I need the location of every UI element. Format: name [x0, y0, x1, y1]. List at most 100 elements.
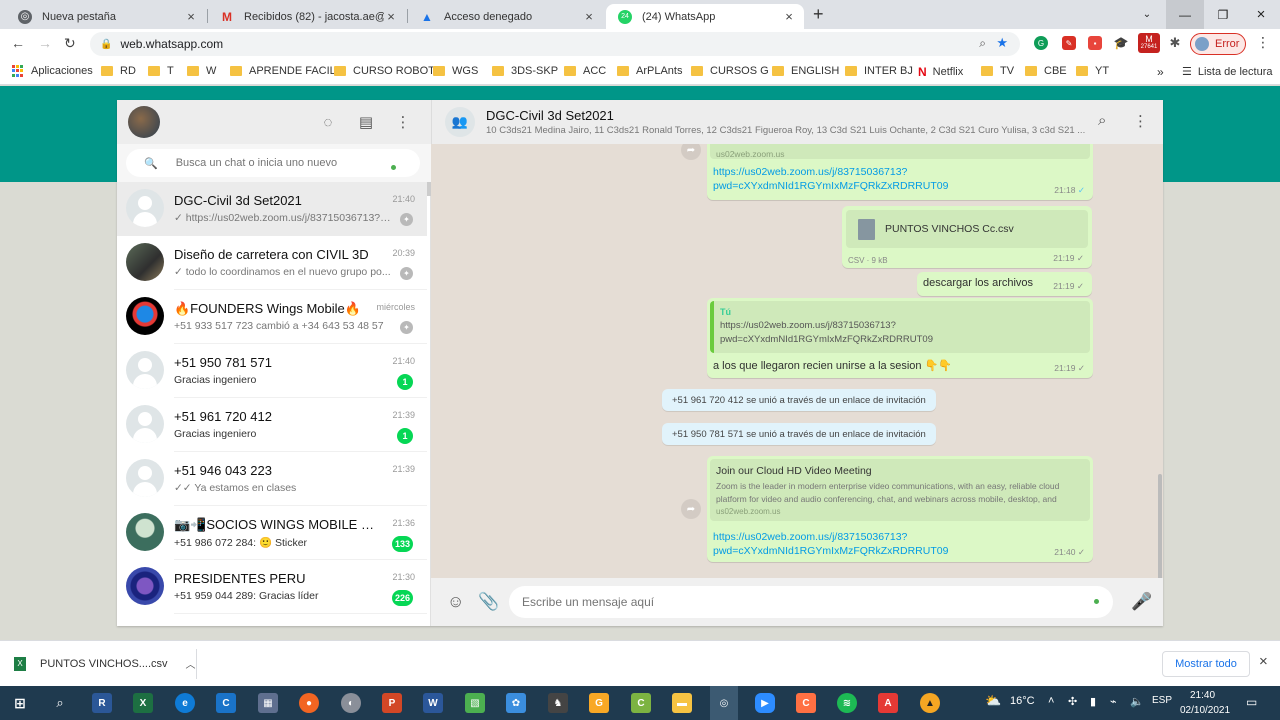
reload-icon[interactable]: ↻ — [64, 35, 76, 52]
quoted-message[interactable]: Tú https://us02web.zoom.us/j/83715036713… — [710, 301, 1090, 353]
new-tab-button[interactable]: + — [813, 4, 824, 25]
browser-menu-icon[interactable]: ⋮ — [1256, 34, 1270, 51]
tray-power-icon[interactable]: ▮ — [1090, 695, 1096, 708]
search-box[interactable]: 🔍 — [126, 149, 420, 177]
chat-item[interactable]: +51 946 043 223 21:39 ✓✓ Ya estamos en c… — [117, 452, 427, 506]
bookmark-folder[interactable]: T — [148, 65, 174, 77]
gmail-notifier-icon[interactable]: M 27641 — [1138, 33, 1160, 53]
chat-item[interactable]: +51 950 781 571 21:40 Gracias ingeniero … — [117, 344, 427, 398]
extensions-puzzle-icon[interactable]: ✱ — [1168, 35, 1182, 50]
word-icon[interactable]: W — [423, 693, 443, 713]
bookmarks-overflow-button[interactable]: » — [1157, 65, 1164, 79]
app-orange-icon[interactable]: ● — [299, 693, 319, 713]
network-icon[interactable]: ⌁ — [1110, 695, 1117, 708]
bookmark-folder[interactable]: INTER BJ — [845, 65, 913, 77]
status-icon[interactable]: ◌ — [318, 112, 338, 132]
calculator-icon[interactable]: ▦ — [258, 693, 278, 713]
volume-icon[interactable]: 🔈 — [1130, 695, 1144, 708]
close-tab-icon[interactable]: × — [184, 9, 198, 24]
address-bar[interactable]: 🔒 web.whatsapp.com ⌕ ★ — [90, 32, 1020, 56]
tray-app-icon[interactable]: ✣ — [1068, 695, 1077, 708]
message-link[interactable]: https://us02web.zoom.us/j/83715036713? p… — [713, 530, 948, 558]
forward-icon[interactable]: → — [38, 35, 52, 51]
my-profile-avatar[interactable] — [128, 106, 160, 138]
forward-icon[interactable]: ➦ — [681, 144, 701, 160]
search-input[interactable] — [175, 157, 376, 169]
chat-item[interactable]: +51 961 720 412 21:39 Gracias ingeniero … — [117, 398, 427, 452]
emoji-icon[interactable]: ☺ — [447, 592, 464, 612]
message-bubble-file[interactable]: PUNTOS VINCHOS Cc.csv CSV · 9 kB 21:19 ✓ — [842, 206, 1092, 268]
close-window-button[interactable]: × — [1242, 0, 1280, 29]
maps-icon[interactable]: ▧ — [465, 693, 485, 713]
message-input-box[interactable] — [509, 586, 1113, 618]
tab-new-tab[interactable]: ◎ Nueva pestaña × — [6, 4, 206, 29]
extension-red-icon[interactable]: ✎ — [1062, 36, 1076, 50]
close-download-bar-icon[interactable]: × — [1259, 653, 1268, 670]
civil3d-icon[interactable]: C — [216, 693, 236, 713]
chat-item[interactable]: 🔥FOUNDERS Wings Mobile🔥 miércoles +51 93… — [117, 290, 427, 344]
search-messages-icon[interactable]: ⌕ — [1098, 112, 1106, 129]
chat-item[interactable]: DGC-Civil 3d Set2021 21:40 ✓ https://us0… — [117, 182, 427, 236]
bookmark-folder[interactable]: ENGLISH — [772, 65, 839, 77]
tray-chevron-icon[interactable]: ˄ — [1048, 695, 1054, 707]
conversation-menu-icon[interactable]: ⋮ — [1133, 112, 1148, 130]
message-link[interactable]: https://us02web.zoom.us/j/83715036713? p… — [707, 159, 1093, 193]
grammarly-extension-icon[interactable]: G — [1034, 36, 1048, 50]
bookmark-star-icon[interactable]: ★ — [996, 35, 1008, 51]
clock-date[interactable]: 02/10/2021 — [1180, 705, 1230, 716]
notifications-icon[interactable]: ▭ — [1246, 695, 1257, 709]
forward-icon[interactable]: ➦ — [681, 499, 701, 519]
group-avatar-icon[interactable]: 👥 — [445, 107, 475, 137]
spotify-icon[interactable]: ≋ — [837, 693, 857, 713]
language-indicator[interactable]: ESP — [1152, 695, 1172, 706]
edge-icon[interactable]: e — [175, 693, 195, 713]
extension-cap-icon[interactable]: 🎓 — [1114, 36, 1128, 50]
show-all-downloads-button[interactable]: Mostrar todo — [1162, 651, 1250, 677]
windows-start-icon[interactable]: ⊞ — [10, 693, 30, 713]
chat-item[interactable]: Diseño de carretera con CIVIL 3D 20:39 ✓… — [117, 236, 427, 290]
app-yellow-icon[interactable]: G — [589, 693, 609, 713]
tab-access-denied[interactable]: ▲ Acceso denegado × — [408, 4, 604, 29]
clock-time[interactable]: 21:40 — [1190, 690, 1215, 701]
bookmark-folder[interactable]: APRENDE FACIL — [230, 65, 336, 77]
extension-pdf-icon[interactable]: ▪ — [1088, 36, 1102, 50]
close-tab-icon[interactable]: × — [782, 9, 796, 24]
bookmark-folder[interactable]: RD — [101, 65, 136, 77]
menu-icon[interactable]: ⋮ — [393, 112, 413, 132]
restore-button[interactable]: ❐ — [1204, 0, 1242, 29]
chat-item[interactable]: PRESIDENTES PERU 21:30 +51 959 044 289: … — [117, 560, 427, 614]
excel-icon[interactable]: X — [133, 693, 153, 713]
bookmark-folder[interactable]: WGS — [433, 65, 478, 77]
close-tab-icon[interactable]: × — [582, 9, 596, 24]
bookmark-netflix[interactable]: N Netflix — [918, 65, 963, 79]
bookmark-apps[interactable]: Aplicaciones — [12, 65, 93, 77]
close-tab-icon[interactable]: × — [384, 9, 398, 24]
chrome-taskbar-icon[interactable]: ◎ — [710, 686, 738, 720]
back-icon[interactable]: ← — [11, 35, 25, 51]
bookmark-folder[interactable]: 3DS-SKP — [492, 65, 558, 77]
attach-icon[interactable]: 📎 — [478, 592, 499, 612]
profile-error-button[interactable]: Error — [1190, 33, 1246, 55]
message-input[interactable] — [522, 595, 1022, 609]
messages-scrollbar[interactable] — [1158, 474, 1162, 578]
tab-search-icon[interactable]: ⌄ — [1128, 0, 1166, 29]
bookmark-folder[interactable]: ACC — [564, 65, 606, 77]
new-chat-icon[interactable]: ▤ — [356, 112, 376, 132]
download-item[interactable]: X PUNTOS VINCHOS....csv ︿ — [14, 656, 196, 671]
bookmark-folder[interactable]: W — [187, 65, 216, 77]
reading-list-button[interactable]: ☰ Lista de lectura — [1182, 65, 1272, 79]
bookmark-folder[interactable]: CBE — [1025, 65, 1067, 77]
conversation-header[interactable]: 👥 DGC-Civil 3d Set2021 10 C3ds21 Medina … — [431, 100, 1163, 144]
app-triangle-icon[interactable]: ▲ — [920, 693, 940, 713]
app-coral-icon[interactable]: C — [796, 693, 816, 713]
file-explorer-icon[interactable]: ▬ — [672, 693, 692, 713]
file-attachment[interactable]: PUNTOS VINCHOS Cc.csv — [846, 210, 1088, 248]
tab-gmail[interactable]: M Recibidos (82) - jacosta.ae@gma × — [208, 4, 406, 29]
bookmark-folder[interactable]: TV — [981, 65, 1014, 77]
tab-whatsapp[interactable]: 24 (24) WhatsApp × — [606, 4, 804, 29]
app-figure-icon[interactable]: ♞ — [548, 693, 568, 713]
link-preview-card[interactable]: Join our Cloud HD Video Meeting Zoom is … — [710, 459, 1090, 521]
minimize-button[interactable]: — — [1166, 0, 1204, 29]
bookmark-folder[interactable]: CURSO ROBOT — [334, 65, 435, 77]
zoom-icon[interactable]: ⌕ — [979, 36, 986, 51]
